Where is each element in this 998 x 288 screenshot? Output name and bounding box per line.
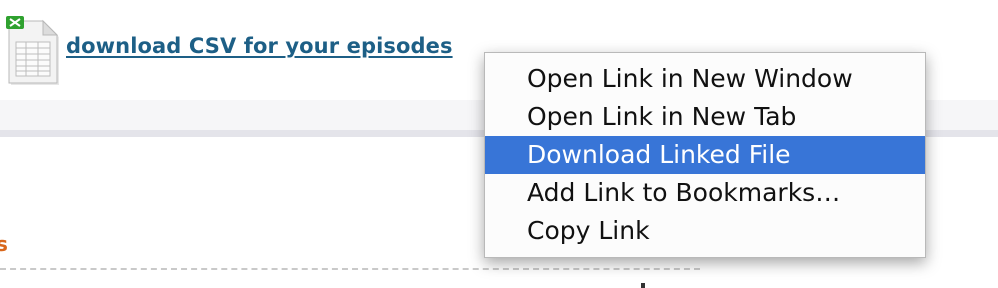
menu-item-open-new-tab[interactable]: Open Link in New Tab [485,98,925,136]
spreadsheet-file-icon[interactable] [6,16,60,86]
menu-item-copy-link[interactable]: Copy Link [485,212,925,250]
download-csv-link[interactable]: download CSV for your episodes [66,34,453,58]
dashed-divider [0,268,700,270]
web-page: download CSV for your episodes s Open Li… [0,0,998,288]
menu-item-download-linked-file[interactable]: Download Linked File [485,136,925,174]
text-fragment-mark [641,283,645,288]
menu-item-add-bookmark[interactable]: Add Link to Bookmarks… [485,174,925,212]
menu-item-open-new-window[interactable]: Open Link in New Window [485,60,925,98]
context-menu: Open Link in New Window Open Link in New… [484,52,926,258]
heading-fragment: s [0,232,8,256]
